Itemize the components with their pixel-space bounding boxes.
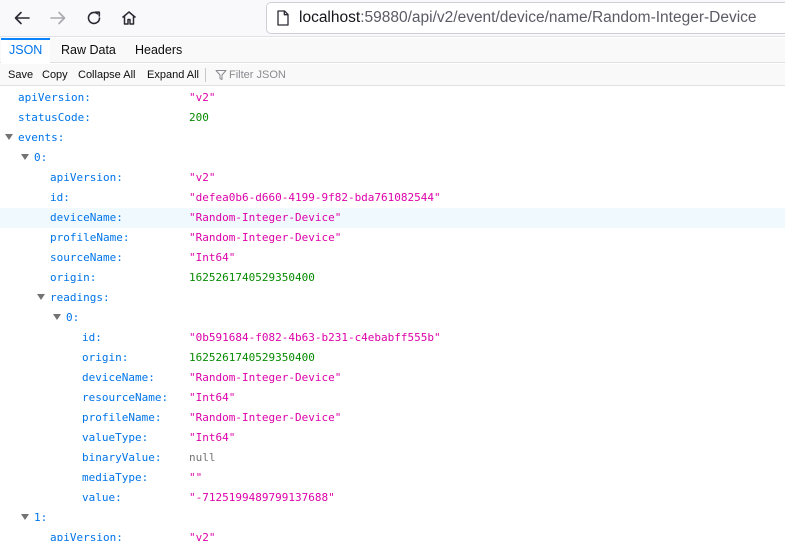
tree-value-row: deviceName: "Random-Integer-Device" (0, 208, 785, 228)
json-value: "Int64" (189, 431, 236, 444)
tree-node-row[interactable]: 0: (0, 308, 785, 328)
json-key: statusCode: (18, 111, 91, 124)
json-key: origin: (50, 271, 97, 284)
expand-toggle-icon[interactable] (21, 514, 29, 520)
json-key: apiVersion: (50, 171, 123, 184)
json-tree: apiVersion: "v2" statusCode: 200 events: 0: ap… (0, 88, 785, 541)
tree-node-row[interactable]: 0: (0, 148, 785, 168)
back-button[interactable] (8, 4, 36, 32)
tree-node-row[interactable]: 1: (0, 508, 785, 528)
tab-headers[interactable]: Headers (127, 38, 190, 63)
json-key: mediaType: (82, 471, 149, 484)
json-key: origin: (82, 351, 129, 364)
toolbar-divider (205, 68, 206, 82)
tree-value-row: apiVersion: "v2" (0, 168, 785, 188)
filter-json-input[interactable] (229, 66, 429, 84)
expand-toggle-icon[interactable] (5, 134, 13, 140)
url-host: localhost (299, 9, 361, 26)
page-icon (275, 10, 291, 26)
json-key: readings: (50, 291, 110, 304)
json-value: "Random-Integer-Device" (189, 231, 342, 244)
tree-value-row: apiVersion: "v2" (0, 88, 785, 108)
json-toolbar: Save Copy Collapse All Expand All (0, 64, 785, 86)
tree-value-row: statusCode: 200 (0, 108, 785, 128)
collapse-all-button[interactable]: Collapse All (78, 64, 135, 86)
json-value: 1625261740529350400 (189, 271, 315, 284)
browser-toolbar: localhost:59880/api/v2/event/device/name… (0, 0, 785, 37)
tree-value-row: sourceName: "Int64" (0, 248, 785, 268)
json-key: value: (82, 491, 122, 504)
tree-value-row: id: "0b591684-f082-4b63-b231-c4ebabff555b… (0, 328, 785, 348)
tree-value-row: deviceName: "Random-Integer-Device" (0, 368, 785, 388)
tree-value-row: value: "-7125199489799137688" (0, 488, 785, 508)
expand-all-button[interactable]: Expand All (147, 64, 199, 86)
json-value: "Int64" (189, 391, 236, 404)
tab-raw-data[interactable]: Raw Data (53, 38, 124, 63)
json-value: "Random-Integer-Device" (189, 411, 342, 424)
tree-value-row: resourceName: "Int64" (0, 388, 785, 408)
home-button[interactable] (115, 4, 143, 32)
tree-value-row: profileName: "Random-Integer-Device" (0, 228, 785, 248)
json-key: apiVersion: (50, 531, 123, 541)
expand-toggle-icon[interactable] (37, 294, 45, 300)
json-key: deviceName: (50, 211, 123, 224)
json-value: "Random-Integer-Device" (189, 211, 342, 224)
tree-value-row: apiVersion: "v2" (0, 528, 785, 541)
tab-json[interactable]: JSON (1, 38, 51, 63)
json-key: binaryValue: (82, 451, 162, 464)
tree-value-row: valueType: "Int64" (0, 428, 785, 448)
tree-value-row: origin: 1625261740529350400 (0, 348, 785, 368)
tree-value-row: binaryValue: null (0, 448, 785, 468)
expand-toggle-icon[interactable] (21, 154, 29, 160)
url-text: localhost:59880/api/v2/event/device/name… (299, 9, 757, 27)
arrow-right-icon (50, 11, 66, 25)
tree-value-row: mediaType: "" (0, 468, 785, 488)
json-key: valueType: (82, 431, 149, 444)
json-value: "v2" (189, 531, 216, 541)
json-key: events: (18, 131, 65, 144)
tree-value-row: id: "defea0b6-d660-4199-9f82-bda761082544… (0, 188, 785, 208)
json-value: 1625261740529350400 (189, 351, 315, 364)
json-key: sourceName: (50, 251, 123, 264)
filter-icon (215, 70, 227, 80)
json-value: "Int64" (189, 251, 236, 264)
json-key: deviceName: (82, 371, 155, 384)
json-key: id: (50, 191, 70, 204)
json-key: id: (82, 331, 102, 344)
url-bar[interactable]: localhost:59880/api/v2/event/device/name… (266, 2, 785, 34)
arrow-left-icon (14, 11, 30, 25)
reload-button[interactable] (80, 4, 108, 32)
json-key: 0: (66, 311, 80, 324)
home-icon (122, 11, 136, 25)
json-value: "defea0b6-d660-4199-9f82-bda761082544" (189, 191, 441, 204)
tree-value-row: profileName: "Random-Integer-Device" (0, 408, 785, 428)
json-value: "-7125199489799137688" (189, 491, 335, 504)
reload-icon (87, 11, 101, 25)
tree-node-row[interactable]: readings: (0, 288, 785, 308)
json-key: 1: (34, 511, 48, 524)
json-value: "0b591684-f082-4b63-b231-c4ebabff555b" (189, 331, 441, 344)
json-key: 0: (34, 151, 48, 164)
json-key: profileName: (50, 231, 130, 244)
json-key: profileName: (82, 411, 162, 424)
json-value: "Random-Integer-Device" (189, 371, 342, 384)
json-value: "v2" (189, 91, 216, 104)
viewer-tabs: JSON Raw Data Headers (0, 38, 785, 63)
json-value: "v2" (189, 171, 216, 184)
forward-button[interactable] (44, 4, 72, 32)
save-button[interactable]: Save (8, 64, 33, 86)
json-value: 200 (189, 111, 209, 124)
expand-toggle-icon[interactable] (53, 314, 61, 320)
json-key: apiVersion: (18, 91, 91, 104)
copy-button[interactable]: Copy (42, 64, 68, 86)
url-path: :59880/api/v2/event/device/name/Random-I… (360, 9, 757, 26)
json-value: "" (189, 471, 203, 484)
json-key: resourceName: (82, 391, 169, 404)
json-value: null (189, 451, 216, 464)
tree-value-row: origin: 1625261740529350400 (0, 268, 785, 288)
tree-node-row[interactable]: events: (0, 128, 785, 148)
